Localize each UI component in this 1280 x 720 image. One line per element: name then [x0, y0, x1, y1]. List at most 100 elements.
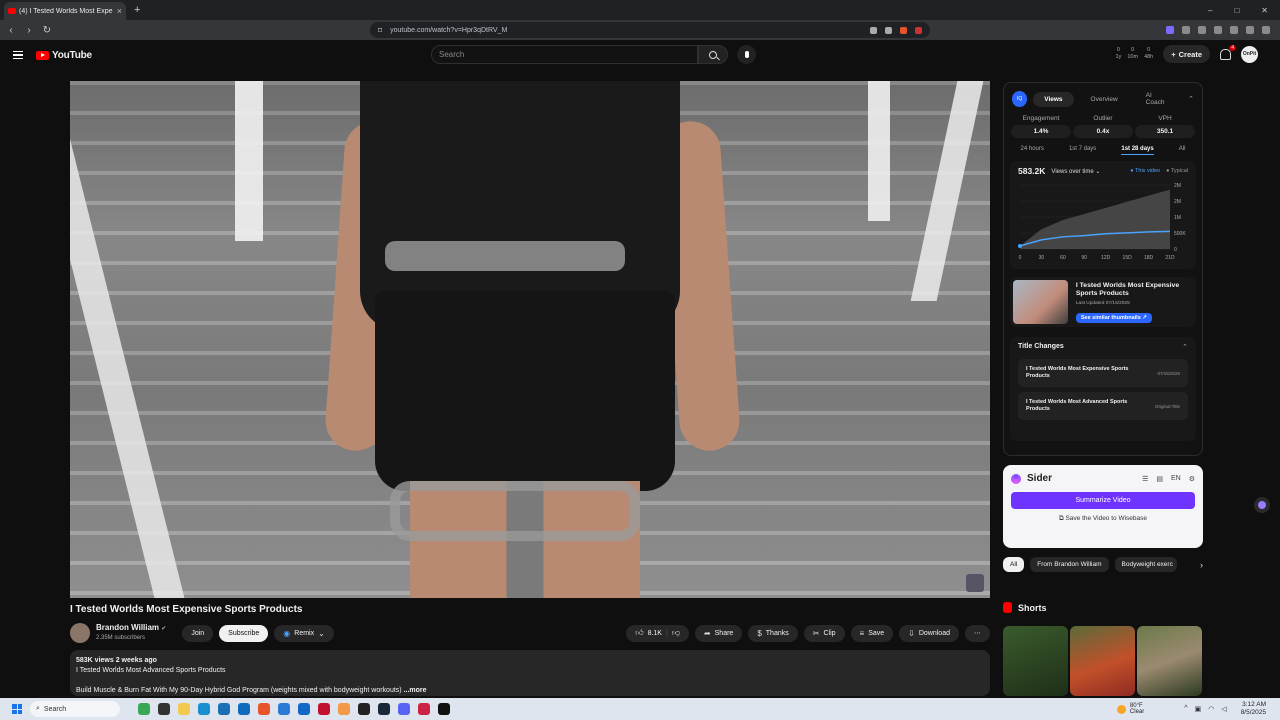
range-all[interactable]: All [1179, 146, 1186, 155]
channel-watermark[interactable] [966, 574, 984, 592]
short-thumbnail[interactable] [1003, 626, 1068, 696]
remix-button[interactable]: ◉ Remix ⌄ [274, 624, 334, 642]
extension-icon[interactable] [1214, 26, 1222, 34]
rewards-icon[interactable] [915, 26, 922, 34]
wifi-icon[interactable]: ◠ [1208, 705, 1214, 713]
brave-icon[interactable] [258, 703, 270, 715]
notifications-bell-icon[interactable]: 4 [1220, 44, 1236, 60]
save-to-wisebase-button[interactable]: ⧉ Save the Video to Wisebase [1011, 515, 1195, 523]
share-icon[interactable] [885, 26, 892, 34]
extension-icon[interactable] [1198, 26, 1206, 34]
tray-icon[interactable]: ▣ [1195, 705, 1202, 713]
chevron-right-icon[interactable]: › [1200, 560, 1203, 570]
app-icon[interactable] [318, 703, 330, 715]
account-avatar[interactable]: OnPit [1241, 45, 1258, 63]
hamburger-menu-icon[interactable] [13, 51, 23, 59]
search-button[interactable] [698, 45, 728, 64]
description-box[interactable]: 583K views 2 weeks ago I Tested Worlds M… [70, 650, 990, 696]
app-icon[interactable] [158, 703, 170, 715]
range-24-hours[interactable]: 24 hours [1021, 146, 1044, 155]
short-thumbnail[interactable] [1070, 626, 1135, 696]
app-icon[interactable] [358, 703, 370, 715]
collapse-icon[interactable]: ⌃ [1182, 343, 1188, 351]
forward-icon[interactable]: › [24, 25, 34, 36]
language-selector[interactable]: EN [1171, 475, 1181, 483]
chip-from-channel[interactable]: From Brandon William [1030, 557, 1109, 572]
download-button[interactable]: ⇩ Download [899, 624, 959, 642]
wallet-icon[interactable] [1246, 26, 1254, 34]
share-button[interactable]: ➦ Share [694, 624, 743, 642]
range-28-days[interactable]: 1st 28 days [1121, 146, 1154, 155]
video-thumbnail[interactable] [1013, 280, 1068, 324]
create-button[interactable]: + Create [1163, 45, 1210, 63]
channel-avatar[interactable] [70, 623, 90, 643]
summarize-video-button[interactable]: Summarize Video [1011, 492, 1195, 509]
reload-icon[interactable]: ↻ [42, 25, 52, 36]
minimize-button[interactable]: – [1208, 6, 1212, 15]
see-similar-thumbnails-button[interactable]: See similar thumbnails ↗ [1075, 313, 1152, 323]
collapse-icon[interactable]: ⌃ [1188, 95, 1194, 103]
file-explorer-icon[interactable] [178, 703, 190, 715]
extension-icon[interactable] [1182, 26, 1190, 34]
weather-widget[interactable]: 80°F Clear [1116, 703, 1144, 716]
join-button[interactable]: Join [182, 624, 214, 642]
list-icon[interactable]: ☰ [1142, 475, 1148, 483]
app-icon[interactable] [298, 703, 310, 715]
short-thumbnail[interactable] [1137, 626, 1202, 696]
more-actions-button[interactable]: ⋯ [965, 624, 990, 642]
omnibox[interactable]: ⌑ youtube.com/watch?v=Hpr3qDtRV_M [370, 22, 930, 38]
edge-icon[interactable] [198, 703, 210, 715]
discord-icon[interactable] [398, 703, 410, 715]
close-tab-icon[interactable]: × [117, 6, 122, 16]
browser-tab[interactable]: (4) I Tested Worlds Most Expe × [4, 2, 126, 20]
youtube-logo[interactable]: YouTube [36, 50, 92, 61]
new-tab-button[interactable]: + [134, 4, 140, 16]
views-selector[interactable]: Views over time ⌄ [1051, 168, 1100, 175]
brave-shield-icon[interactable] [900, 26, 907, 34]
analytics-logo[interactable]: IQ [1012, 91, 1028, 107]
tab-views[interactable]: Views [1033, 91, 1074, 107]
sidebar-icon[interactable] [1230, 26, 1238, 34]
sider-floating-button[interactable] [1254, 497, 1270, 513]
app-icon[interactable] [438, 703, 450, 715]
windows-start-icon[interactable] [12, 704, 22, 714]
bookmark-icon[interactable]: ⌑ [378, 26, 382, 35]
vscode-icon[interactable] [278, 703, 290, 715]
tab-overview[interactable]: Overview [1080, 92, 1129, 107]
tab-ai-coach[interactable]: AI Coach [1135, 88, 1182, 110]
chip-bodyweight[interactable]: Bodyweight exerc [1114, 557, 1177, 572]
save-button[interactable]: ≡ Save [850, 624, 894, 642]
settings-gear-icon[interactable]: ⚙ [1189, 475, 1195, 483]
subscribe-button[interactable]: Subscribe [219, 624, 269, 642]
taskbar-search[interactable]: ⌕ Search [30, 701, 120, 717]
chip-all[interactable]: All [1003, 557, 1025, 572]
app-icon[interactable] [138, 703, 150, 715]
like-button[interactable]: 👍︎ 8.1K | 👎︎ [626, 624, 689, 642]
layout-icon[interactable]: ▤ [1156, 475, 1163, 483]
menu-icon[interactable] [1262, 26, 1270, 34]
thumbs-down-icon[interactable]: 👎︎ [672, 628, 680, 638]
maximize-button[interactable]: □ [1234, 6, 1239, 15]
taskbar-clock[interactable]: 3:12 AM 8/5/2025 [1241, 701, 1266, 717]
channel-name[interactable]: Brandon William ✔ [96, 623, 166, 634]
thanks-button[interactable]: $ Thanks [748, 624, 798, 642]
back-icon[interactable]: ‹ [6, 25, 16, 36]
volume-icon[interactable]: ◁ [1221, 705, 1226, 713]
cast-icon[interactable] [870, 26, 877, 34]
steam-icon[interactable] [378, 703, 390, 715]
outlook-icon[interactable] [238, 703, 250, 715]
extension-icon[interactable] [1166, 26, 1174, 34]
store-icon[interactable] [218, 703, 230, 715]
voice-search-button[interactable] [737, 45, 756, 64]
app-icon[interactable] [338, 703, 350, 715]
url-text[interactable]: youtube.com/watch?v=Hpr3qDtRV_M [390, 27, 862, 34]
video-player[interactable] [70, 81, 990, 598]
app-icon[interactable] [418, 703, 430, 715]
show-more-link[interactable]: ...more [404, 687, 427, 694]
search-input[interactable]: Search [431, 45, 698, 64]
clip-button[interactable]: ✂ Clip [803, 624, 845, 642]
header-right: 0 1y 0 10m 0 48h + Create 4 OnPit [1116, 44, 1258, 63]
range-7-days[interactable]: 1st 7 days [1069, 146, 1096, 155]
close-window-button[interactable]: ✕ [1261, 6, 1268, 15]
chevron-up-icon[interactable]: ^ [1184, 705, 1187, 713]
